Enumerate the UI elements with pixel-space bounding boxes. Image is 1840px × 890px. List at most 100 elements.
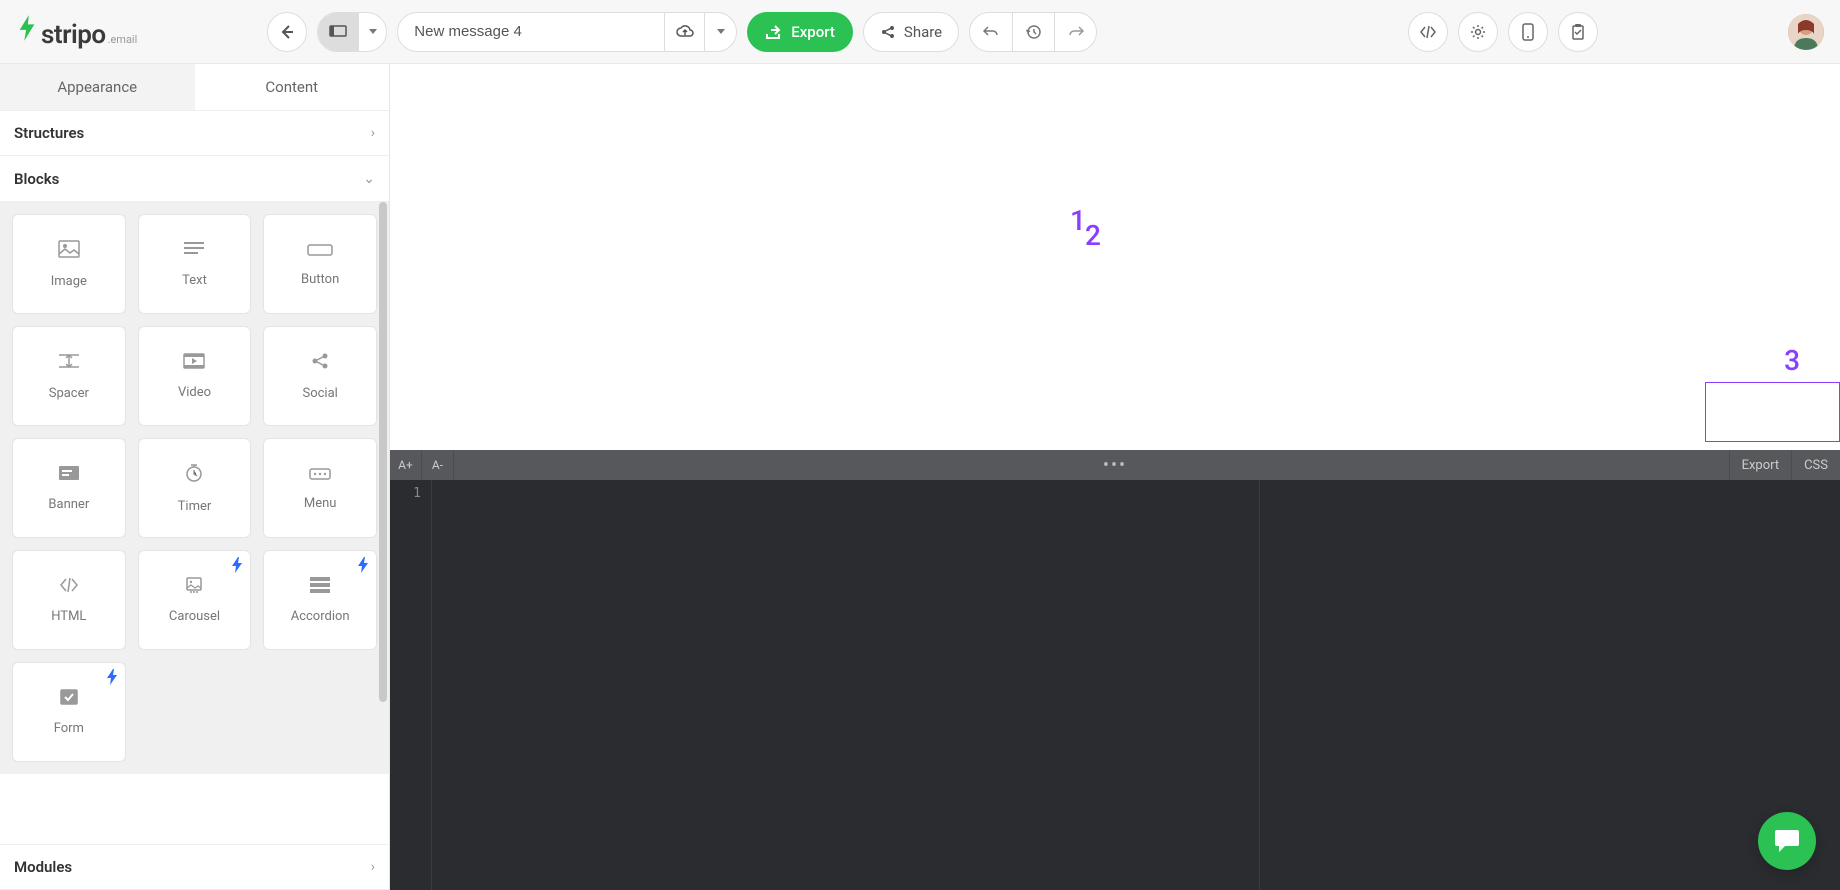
social-icon xyxy=(311,352,329,374)
block-timer[interactable]: Timer xyxy=(138,438,252,538)
html-icon xyxy=(59,577,79,597)
code-line-gutter: 1 xyxy=(390,480,432,890)
section-structures-label: Structures xyxy=(14,124,84,142)
document-title-input[interactable] xyxy=(398,13,664,51)
code-zoom-in-button[interactable]: A+ xyxy=(390,450,422,480)
document-title-field xyxy=(397,12,737,52)
sidebar-tabs: Appearance Content xyxy=(0,64,389,110)
logo-icon xyxy=(16,13,38,43)
settings-button[interactable] xyxy=(1458,12,1498,52)
annotation-3-box xyxy=(1705,382,1840,442)
section-structures[interactable]: Structures › xyxy=(0,110,389,156)
section-modules-label: Modules xyxy=(14,858,72,876)
export-label: Export xyxy=(791,23,835,41)
block-banner[interactable]: Banner xyxy=(12,438,126,538)
blocks-panel: Image Text Button Spacer Video Social Banner Ti… xyxy=(0,202,389,774)
block-label: HTML xyxy=(51,609,86,624)
preview-pane[interactable]: 1 3 xyxy=(390,64,1840,450)
code-view-button[interactable] xyxy=(1408,12,1448,52)
history-icon xyxy=(1026,24,1042,40)
text-icon xyxy=(184,241,204,261)
block-label: Button xyxy=(301,272,339,287)
chat-button[interactable] xyxy=(1758,812,1816,870)
block-label: Text xyxy=(182,273,207,288)
sidebar: Appearance Content Structures › Blocks ⌄… xyxy=(0,64,390,890)
gear-icon xyxy=(1470,24,1486,40)
chat-icon xyxy=(1773,828,1801,854)
block-menu[interactable]: Menu xyxy=(263,438,377,538)
cloud-upload-icon xyxy=(676,25,694,39)
clipboard-check-icon xyxy=(1571,24,1585,40)
history-button[interactable] xyxy=(1012,13,1054,51)
amp-bolt-icon xyxy=(232,557,242,577)
undo-button[interactable] xyxy=(970,13,1012,51)
undo-icon xyxy=(983,25,999,39)
user-avatar[interactable] xyxy=(1788,14,1824,50)
blocks-scrollbar[interactable] xyxy=(379,202,387,702)
block-label: Video xyxy=(178,385,211,400)
code-icon xyxy=(1419,25,1437,39)
tab-content[interactable]: Content xyxy=(195,64,390,110)
redo-button[interactable] xyxy=(1054,13,1096,51)
block-label: Social xyxy=(302,386,337,401)
block-label: Image xyxy=(51,274,87,289)
block-button[interactable]: Button xyxy=(263,214,377,314)
history-group xyxy=(969,12,1097,52)
tasks-button[interactable] xyxy=(1558,12,1598,52)
chevron-right-icon: › xyxy=(371,859,375,875)
tab-appearance[interactable]: Appearance xyxy=(0,64,195,110)
block-html[interactable]: HTML xyxy=(12,550,126,650)
block-video[interactable]: Video xyxy=(138,326,252,426)
back-button[interactable] xyxy=(267,12,307,52)
code-zoom-out-button[interactable]: A- xyxy=(422,450,454,480)
share-icon xyxy=(880,24,896,40)
mobile-preview-button[interactable] xyxy=(1508,12,1548,52)
code-css-editor[interactable] xyxy=(1260,480,1840,890)
block-accordion[interactable]: Accordion xyxy=(263,550,377,650)
block-image[interactable]: Image xyxy=(12,214,126,314)
code-export-button[interactable]: Export xyxy=(1729,450,1792,480)
block-label: Banner xyxy=(48,497,89,512)
block-spacer[interactable]: Spacer xyxy=(12,326,126,426)
block-text[interactable]: Text xyxy=(138,214,252,314)
code-css-button[interactable]: CSS xyxy=(1791,450,1840,480)
export-button[interactable]: Export xyxy=(747,12,853,52)
caret-down-icon xyxy=(369,29,377,34)
form-icon xyxy=(60,689,78,709)
section-modules[interactable]: Modules › xyxy=(0,844,389,890)
editor-canvas: 1 3 A+ A- ••• Export CSS 1 xyxy=(390,64,1840,890)
export-icon xyxy=(765,24,783,40)
cloud-save-button[interactable] xyxy=(664,13,704,51)
top-toolbar: stripo .email Export Share xyxy=(0,0,1840,64)
view-mode-dropdown[interactable] xyxy=(358,13,386,51)
code-html-editor[interactable] xyxy=(432,480,1259,890)
logo-subtext: .email xyxy=(108,33,138,46)
redo-icon xyxy=(1068,25,1084,39)
block-label: Timer xyxy=(178,499,212,514)
carousel-icon xyxy=(183,577,205,597)
desktop-icon xyxy=(329,25,347,39)
caret-down-icon xyxy=(717,29,725,34)
block-social[interactable]: Social xyxy=(263,326,377,426)
block-label: Menu xyxy=(304,496,337,511)
title-dropdown-button[interactable] xyxy=(704,13,736,51)
share-button[interactable]: Share xyxy=(863,12,959,52)
button-icon xyxy=(307,241,333,260)
section-blocks[interactable]: Blocks ⌄ xyxy=(0,156,389,202)
view-desktop-button[interactable] xyxy=(318,13,358,51)
main-area: Appearance Content Structures › Blocks ⌄… xyxy=(0,64,1840,890)
code-editor-body: 1 xyxy=(390,480,1840,890)
menu-icon xyxy=(309,465,331,484)
code-pane: A+ A- ••• Export CSS 1 2 xyxy=(390,450,1840,890)
video-icon xyxy=(183,353,205,373)
code-resize-handle[interactable]: ••• xyxy=(1103,455,1127,476)
annotation-2: 2 xyxy=(1085,219,1101,252)
block-form[interactable]: Form xyxy=(12,662,126,762)
view-mode-toggle xyxy=(317,12,387,52)
accordion-icon xyxy=(310,577,330,597)
image-icon xyxy=(58,240,80,262)
block-carousel[interactable]: Carousel xyxy=(138,550,252,650)
logo[interactable]: stripo .email xyxy=(16,13,137,50)
timer-icon xyxy=(185,463,203,487)
annotation-1: 1 xyxy=(1070,204,1086,237)
